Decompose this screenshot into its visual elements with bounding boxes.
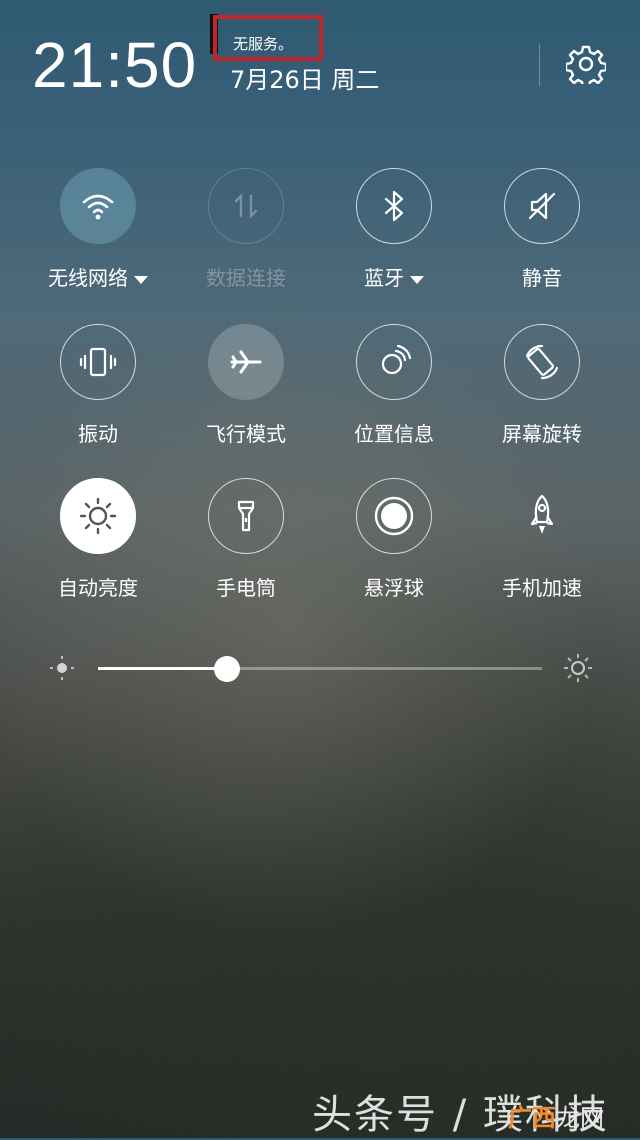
watermark-logo-part2: 龙网: [556, 1104, 604, 1132]
flashlight-toggle[interactable]: [208, 478, 284, 554]
tile-label-text: 静音: [522, 266, 562, 290]
airplane-toggle[interactable]: [208, 324, 284, 400]
settings-button[interactable]: [564, 44, 608, 89]
tile-label-text: 无线网络: [48, 266, 128, 290]
tile-label: 悬浮球: [320, 572, 468, 601]
location-icon: [374, 342, 414, 382]
tile-label: 飞行模式: [172, 418, 320, 447]
watermark-logo-part1: 广西: [508, 1104, 556, 1132]
tile-label-text: 飞行模式: [206, 422, 286, 446]
tile-location[interactable]: 位置信息: [320, 324, 468, 447]
wifi-toggle[interactable]: [60, 168, 136, 244]
tile-label: 自动亮度: [24, 572, 172, 601]
tile-label-text: 振动: [78, 422, 118, 446]
brightness-min-icon: [48, 654, 76, 682]
rocket-toggle[interactable]: [504, 478, 580, 554]
floating-ball-toggle[interactable]: [356, 478, 432, 554]
tile-label-text: 位置信息: [354, 422, 434, 446]
status-clock: 21:50: [32, 29, 198, 101]
location-toggle[interactable]: [356, 324, 432, 400]
tile-label-text: 蓝牙: [364, 266, 404, 290]
brightness-thumb[interactable]: [213, 656, 240, 682]
rotate-icon: [520, 340, 564, 384]
tile-label-text: 手电筒: [216, 576, 276, 600]
sun-large-icon: [564, 654, 592, 682]
tile-label: 蓝牙: [320, 262, 468, 291]
tile-vibrate[interactable]: 振动: [24, 324, 172, 447]
dropdown-caret-icon[interactable]: [410, 275, 424, 284]
gear-icon: [564, 45, 608, 89]
tile-label-text: 手机加速: [502, 576, 582, 600]
tile-floating-ball[interactable]: 悬浮球: [320, 478, 468, 601]
vibrate-icon: [76, 342, 120, 382]
dropdown-caret-icon[interactable]: [134, 275, 148, 284]
no-service-label: 无服务。: [233, 35, 294, 53]
tile-label-text: 自动亮度: [58, 576, 138, 600]
tile-bluetooth[interactable]: 蓝牙: [320, 168, 468, 291]
no-service-highlight: 无服务。: [213, 15, 323, 61]
tile-data-arrows[interactable]: 数据连接: [172, 168, 320, 291]
tile-label-text: 屏幕旋转: [502, 422, 582, 446]
tile-label: 数据连接: [172, 262, 320, 291]
sun-small-icon: [50, 656, 74, 680]
tile-label-text: 数据连接: [206, 266, 286, 290]
tile-mute[interactable]: 静音: [468, 168, 616, 291]
bluetooth-icon: [374, 186, 414, 226]
rotate-toggle[interactable]: [504, 324, 580, 400]
sun-icon: [76, 494, 120, 538]
floating-ball-icon: [372, 494, 416, 538]
mute-toggle[interactable]: [504, 168, 580, 244]
tile-airplane[interactable]: 飞行模式: [172, 324, 320, 447]
data-arrows-toggle[interactable]: [208, 168, 284, 244]
tile-label: 手电筒: [172, 572, 320, 601]
tile-label: 无线网络: [24, 262, 172, 291]
brightness-slider[interactable]: [98, 656, 542, 682]
flashlight-icon: [226, 496, 266, 536]
tile-rocket[interactable]: 手机加速: [468, 478, 616, 601]
bluetooth-toggle[interactable]: [356, 168, 432, 244]
tile-label: 屏幕旋转: [468, 418, 616, 447]
tile-label: 振动: [24, 418, 172, 447]
tile-rotate[interactable]: 屏幕旋转: [468, 324, 616, 447]
tile-label: 手机加速: [468, 572, 616, 601]
brightness-fill: [98, 667, 227, 670]
watermark-logo: 广西龙网: [508, 1098, 604, 1133]
wifi-icon: [78, 186, 118, 226]
mute-icon: [522, 186, 562, 226]
data-arrows-icon: [226, 186, 266, 226]
tile-label: 静音: [468, 262, 616, 291]
vibrate-toggle[interactable]: [60, 324, 136, 400]
header-divider: [539, 44, 540, 86]
rocket-icon: [522, 492, 562, 540]
brightness-max-icon: [562, 652, 594, 684]
tile-wifi[interactable]: 无线网络: [24, 168, 172, 291]
date-label: 7月26日 周二: [230, 66, 380, 94]
tile-label-text: 悬浮球: [364, 576, 424, 600]
airplane-icon: [226, 342, 266, 382]
tile-sun[interactable]: 自动亮度: [24, 478, 172, 601]
tile-label: 位置信息: [320, 418, 468, 447]
sun-toggle[interactable]: [60, 478, 136, 554]
tile-flashlight[interactable]: 手电筒: [172, 478, 320, 601]
